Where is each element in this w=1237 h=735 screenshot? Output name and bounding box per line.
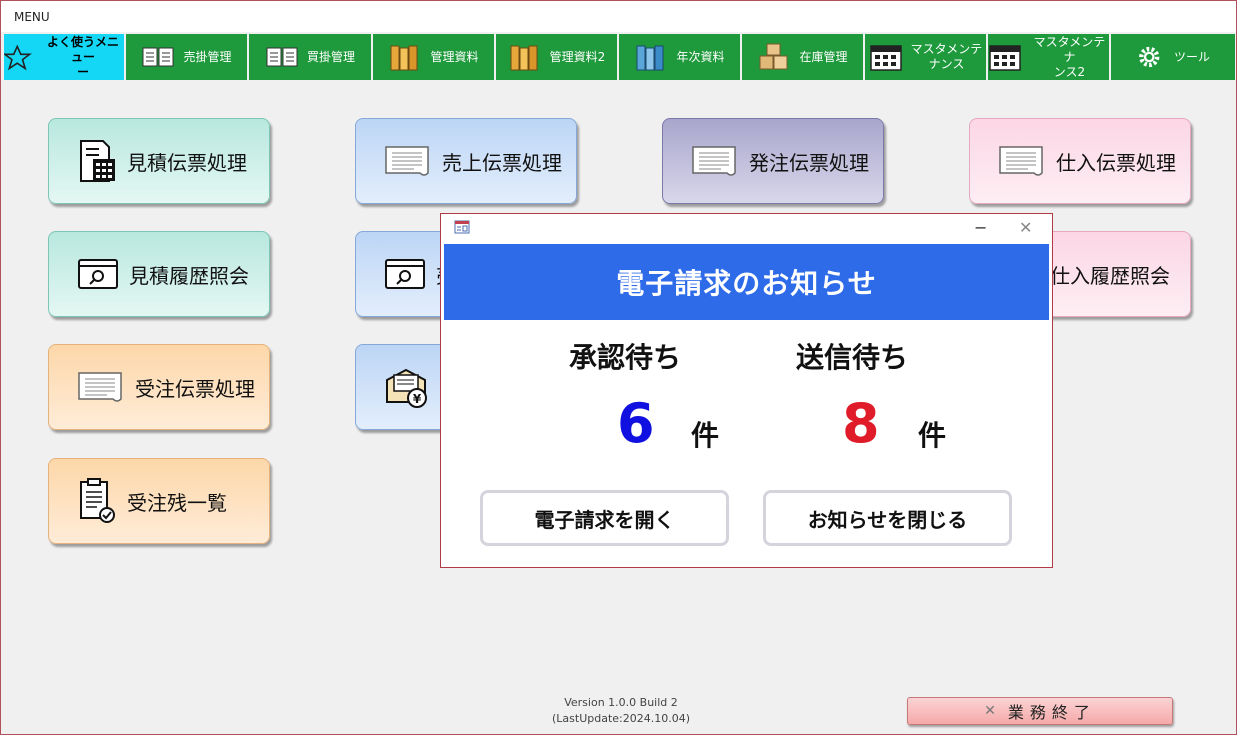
nav-annual-docs[interactable]: 年次資料 <box>619 34 742 80</box>
nav-label: 年次資料 <box>676 49 725 64</box>
clipboard-check-icon <box>80 478 115 523</box>
nav-label: 売掛管理 <box>183 49 232 64</box>
estimate-slip-button[interactable]: 見積伝票処理 <box>48 118 270 204</box>
nav-label: マスタメンテナ ンス2 <box>1033 34 1106 79</box>
nav-accounts-receivable[interactable]: 売掛管理 <box>126 34 249 80</box>
nav-label: 在庫管理 <box>799 49 848 64</box>
dialog-titlebar: − ✕ <box>441 214 1052 242</box>
button-label: 受注残一覧 <box>127 490 227 515</box>
purchase-order-slip-button[interactable]: 発注伝票処理 <box>662 118 884 204</box>
boxes-icon <box>759 43 788 70</box>
button-label: 見積履歴照会 <box>129 263 249 288</box>
nav-master-maintenance-2[interactable]: マスタメンテナ ンス2 <box>988 34 1111 80</box>
nav-master-maintenance[interactable]: マスタメンテ ナンス <box>865 34 988 80</box>
nav-accounts-payable[interactable]: 買掛管理 <box>249 34 373 80</box>
button-label: 仕入履歴照会 <box>1050 263 1170 288</box>
approval-pending-label: 承認待ち <box>569 341 682 374</box>
sending-pending-count: 8 <box>842 392 880 455</box>
nav-label: 買掛管理 <box>306 49 355 64</box>
purchase-slip-button[interactable]: 仕入伝票処理 <box>969 118 1191 204</box>
open-e-invoice-button[interactable]: 電子請求を開く <box>480 490 729 546</box>
form-icon <box>454 220 470 234</box>
nav-management-docs[interactable]: 管理資料 <box>373 34 496 80</box>
approval-pending-count: 6 <box>617 392 655 455</box>
version-text: Version 1.0.0 Build 2 <box>564 696 678 709</box>
close-notice-button[interactable]: お知らせを閉じる <box>763 490 1012 546</box>
exit-label: 業務終了 <box>1007 703 1096 722</box>
nav-inventory[interactable]: 在庫管理 <box>742 34 865 80</box>
document-icon <box>999 146 1043 176</box>
nav-tools[interactable]: ツール <box>1111 34 1235 80</box>
sending-pending-unit: 件 <box>918 419 947 452</box>
minimize-icon[interactable]: − <box>974 218 987 237</box>
last-update-text: (LastUpdate:2024.10.04) <box>551 712 691 725</box>
window-title: MENU <box>1 1 1236 32</box>
book-icon <box>142 47 174 67</box>
binders-icon <box>510 45 538 71</box>
document-icon <box>78 372 122 402</box>
nav-label: マスタメンテ ナンス <box>910 42 983 71</box>
calendar-icon <box>989 45 1021 71</box>
button-label: 発注伝票処理 <box>749 150 869 175</box>
binders-icon <box>636 45 664 71</box>
button-label: 見積伝票処理 <box>127 150 247 175</box>
button-label: 仕入伝票処理 <box>1056 150 1176 175</box>
nav-favorites[interactable]: よく使うメニュー ー <box>4 34 126 80</box>
version-info: Version 1.0.0 Build 2 (LastUpdate:2024.1… <box>541 695 701 727</box>
exit-business-button[interactable]: ✕ 業務終了 <box>907 697 1173 725</box>
nav-label: よく使うメニュー ー <box>46 34 119 79</box>
document-icon <box>692 146 736 176</box>
search-window-icon <box>78 259 118 289</box>
main-window: MENU よく使うメニュー ー 売掛管理 買掛管理 管理資料 管理資料2 年次資… <box>0 0 1237 735</box>
book-icon <box>266 47 298 67</box>
nav-management-docs-2[interactable]: 管理資料2 <box>496 34 619 80</box>
order-backlog-button[interactable]: 受注残一覧 <box>48 458 270 544</box>
close-icon: ✕ <box>984 703 996 719</box>
star-icon <box>4 44 32 71</box>
nav-label: ツール <box>1173 49 1210 64</box>
e-invoice-notice-dialog: − ✕ 電子請求のお知らせ 承認待ち 送信待ち 6 件 8 件 電子請求を開く … <box>440 213 1053 568</box>
order-slip-button[interactable]: 受注伝票処理 <box>48 344 270 430</box>
calendar-icon <box>869 45 902 71</box>
document-icon <box>385 146 429 176</box>
calculator-icon <box>80 140 115 182</box>
nav-label: 管理資料 <box>430 49 479 64</box>
button-label: 売上伝票処理 <box>442 150 562 175</box>
button-label: 受注伝票処理 <box>135 376 255 401</box>
top-nav: よく使うメニュー ー 売掛管理 買掛管理 管理資料 管理資料2 年次資料 在庫管… <box>4 34 1235 80</box>
gear-icon <box>1139 46 1160 68</box>
close-icon[interactable]: ✕ <box>1019 218 1032 237</box>
approval-pending-unit: 件 <box>691 419 720 452</box>
yen-invoice-icon: ¥ <box>386 368 427 408</box>
sending-pending-label: 送信待ち <box>796 341 909 374</box>
sales-slip-button[interactable]: 売上伝票処理 <box>355 118 577 204</box>
estimate-history-button[interactable]: 見積履歴照会 <box>48 231 270 317</box>
dialog-header: 電子請求のお知らせ <box>444 244 1049 320</box>
search-window-icon <box>385 259 425 289</box>
binders-icon <box>390 45 418 71</box>
svg-text:¥: ¥ <box>413 392 422 406</box>
nav-label: 管理資料2 <box>549 49 606 64</box>
